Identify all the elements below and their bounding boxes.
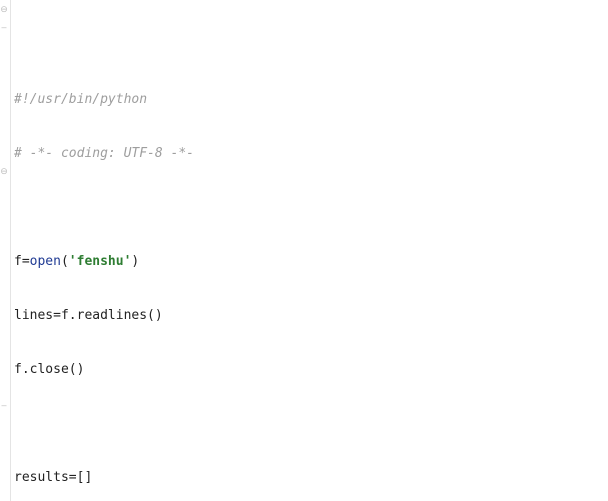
code-line: # -*- coding: UTF-8 -*- xyxy=(12,145,608,163)
fold-icon[interactable]: ⊖ xyxy=(0,4,9,14)
comment-text: # -*- coding: UTF-8 -*- xyxy=(14,146,194,161)
punct: ) xyxy=(131,254,139,269)
code-line: lines=f.readlines() xyxy=(12,307,608,325)
code-text: lines=f.readlines() xyxy=(14,308,163,323)
fold-end-icon: – xyxy=(0,400,9,410)
code-text: results=[] xyxy=(14,470,92,485)
code-line xyxy=(12,415,608,433)
code-line: f=open('fenshu') xyxy=(12,253,608,271)
string-literal: 'fenshu' xyxy=(69,254,132,269)
code-block[interactable]: #!/usr/bin/python # -*- coding: UTF-8 -*… xyxy=(12,54,608,501)
code-text: f= xyxy=(14,254,30,269)
code-editor: ⊖ – ⊖ – #!/usr/bin/python # -*- coding: … xyxy=(0,0,608,501)
code-line: #!/usr/bin/python xyxy=(12,91,608,109)
code-text: f.close() xyxy=(14,362,84,377)
punct: ( xyxy=(61,254,69,269)
code-line: f.close() xyxy=(12,361,608,379)
gutter: ⊖ – ⊖ – xyxy=(0,0,11,501)
comment-text: #!/usr/bin/python xyxy=(14,92,147,107)
builtin-fn: open xyxy=(30,254,61,269)
code-line xyxy=(12,199,608,217)
code-line: results=[] xyxy=(12,469,608,487)
fold-icon[interactable]: ⊖ xyxy=(0,166,9,176)
fold-end-icon: – xyxy=(0,22,9,32)
